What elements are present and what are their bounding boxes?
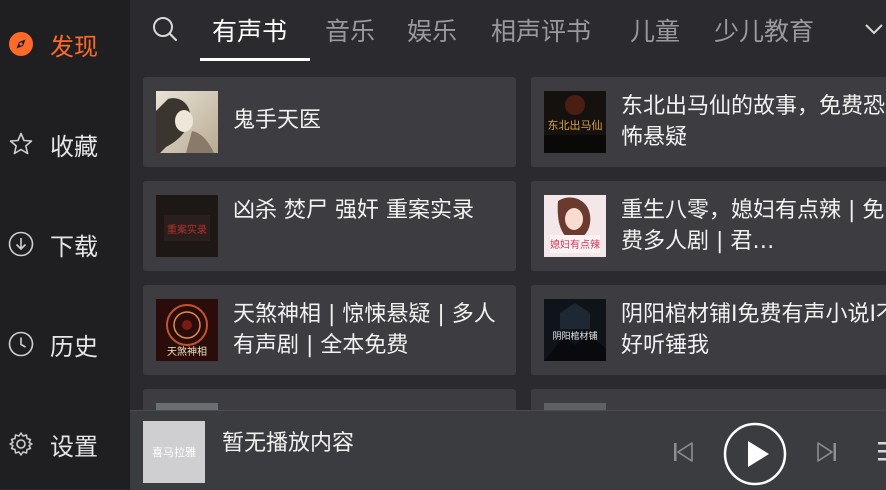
active-tab-indicator (200, 58, 310, 61)
tab-music[interactable]: 音乐 (325, 12, 375, 48)
cover-text: 重案实录 (167, 223, 207, 236)
book-card[interactable]: 天煞神相 天煞神相 | 惊悚悬疑 | 多人有声剧 | 全本免费 (143, 285, 516, 375)
sidebar-item-label: 发现 (50, 32, 98, 61)
book-cover (156, 91, 218, 153)
book-card[interactable]: 媳妇有点辣 重生八零，媳妇有点辣 | 免费多人剧 | 君… (531, 181, 886, 271)
cover-text: 东北出马仙 (548, 118, 603, 132)
book-card[interactable]: 鬼手天医 (143, 77, 516, 167)
playlist-button[interactable] (876, 439, 886, 469)
book-card[interactable] (531, 389, 886, 410)
mini-player: 喜马拉雅 暂无播放内容 (130, 410, 886, 490)
book-title: 天煞神相 | 惊悚悬疑 | 多人有声剧 | 全本免费 (233, 302, 496, 358)
next-track-button[interactable] (815, 440, 839, 468)
book-title: 阴阳棺材铺I免费有声小说I不好听锤我 (621, 302, 886, 358)
book-title: 东北出马仙的故事，免费恐怖悬疑 (621, 94, 886, 150)
book-cover: 阴阳棺材铺 (544, 299, 606, 361)
play-button[interactable] (723, 422, 787, 490)
previous-icon (674, 442, 693, 462)
download-icon (8, 231, 34, 257)
book-title: 重生八零，媳妇有点辣 | 免费多人剧 | 君… (621, 198, 885, 254)
gear-icon (8, 431, 34, 457)
tab-audiobooks[interactable]: 有声书 (212, 12, 287, 48)
now-playing-title: 暂无播放内容 (222, 431, 355, 456)
category-tabs: 有声书 音乐 娱乐 相声评书 儿童 少儿教育 (130, 0, 886, 64)
clock-icon (8, 331, 34, 357)
sidebar-item-history[interactable]: 历史 (0, 314, 130, 374)
chevron-down-icon[interactable] (862, 20, 886, 40)
play-icon (723, 422, 787, 486)
now-playing-thumbnail[interactable]: 喜马拉雅 (143, 421, 205, 483)
sidebar-item-settings[interactable]: 设置 (0, 414, 130, 474)
book-cover: 重案实录 (156, 195, 218, 257)
book-cover: 东北出马仙 (544, 91, 606, 153)
sidebar-item-label: 设置 (50, 432, 98, 461)
previous-track-button[interactable] (671, 440, 695, 468)
book-cover: 媳妇有点辣 (544, 195, 606, 257)
sidebar-item-label: 收藏 (50, 132, 98, 161)
book-cover (544, 403, 606, 410)
star-icon (8, 131, 34, 157)
sidebar-item-label: 历史 (50, 332, 98, 361)
cover-text: 天煞神相 (167, 345, 207, 358)
cover-text: 阴阳棺材铺 (552, 330, 597, 342)
book-title: 鬼手天医 (233, 108, 322, 133)
cover-text: 媳妇有点辣 (550, 238, 600, 251)
tab-entertainment[interactable]: 娱乐 (407, 12, 457, 48)
next-icon (817, 442, 836, 462)
tab-crosstalk-storytelling[interactable]: 相声评书 (491, 12, 591, 48)
compass-icon (8, 31, 34, 57)
tab-children[interactable]: 儿童 (630, 12, 680, 48)
search-icon[interactable] (150, 14, 180, 44)
book-grid: 鬼手天医 东北出马仙 东北出马仙的故事，免费恐怖悬疑 重案实录 凶杀 焚尸 强奸… (130, 64, 886, 410)
book-title: 凶杀 焚尸 强奸 重案实录 (233, 198, 474, 223)
sidebar-item-label: 下载 (50, 232, 98, 261)
book-card[interactable]: 阴阳棺材铺 阴阳棺材铺I免费有声小说I不好听锤我 (531, 285, 886, 375)
book-card[interactable]: 东北出马仙 东北出马仙的故事，免费恐怖悬疑 (531, 77, 886, 167)
book-card[interactable]: 重案实录 凶杀 焚尸 强奸 重案实录 (143, 181, 516, 271)
book-card[interactable] (143, 389, 516, 410)
playlist-icon (878, 442, 886, 461)
tab-kids-education[interactable]: 少儿教育 (714, 12, 814, 48)
thumbnail-text: 喜马拉雅 (152, 446, 196, 459)
sidebar-item-downloads[interactable]: 下载 (0, 214, 130, 274)
sidebar: 发现 收藏 下载 历史 设置 (0, 0, 130, 489)
sidebar-item-favorites[interactable]: 收藏 (0, 114, 130, 174)
book-cover (156, 403, 218, 410)
book-cover: 天煞神相 (156, 299, 218, 361)
sidebar-item-discover[interactable]: 发现 (0, 14, 130, 74)
